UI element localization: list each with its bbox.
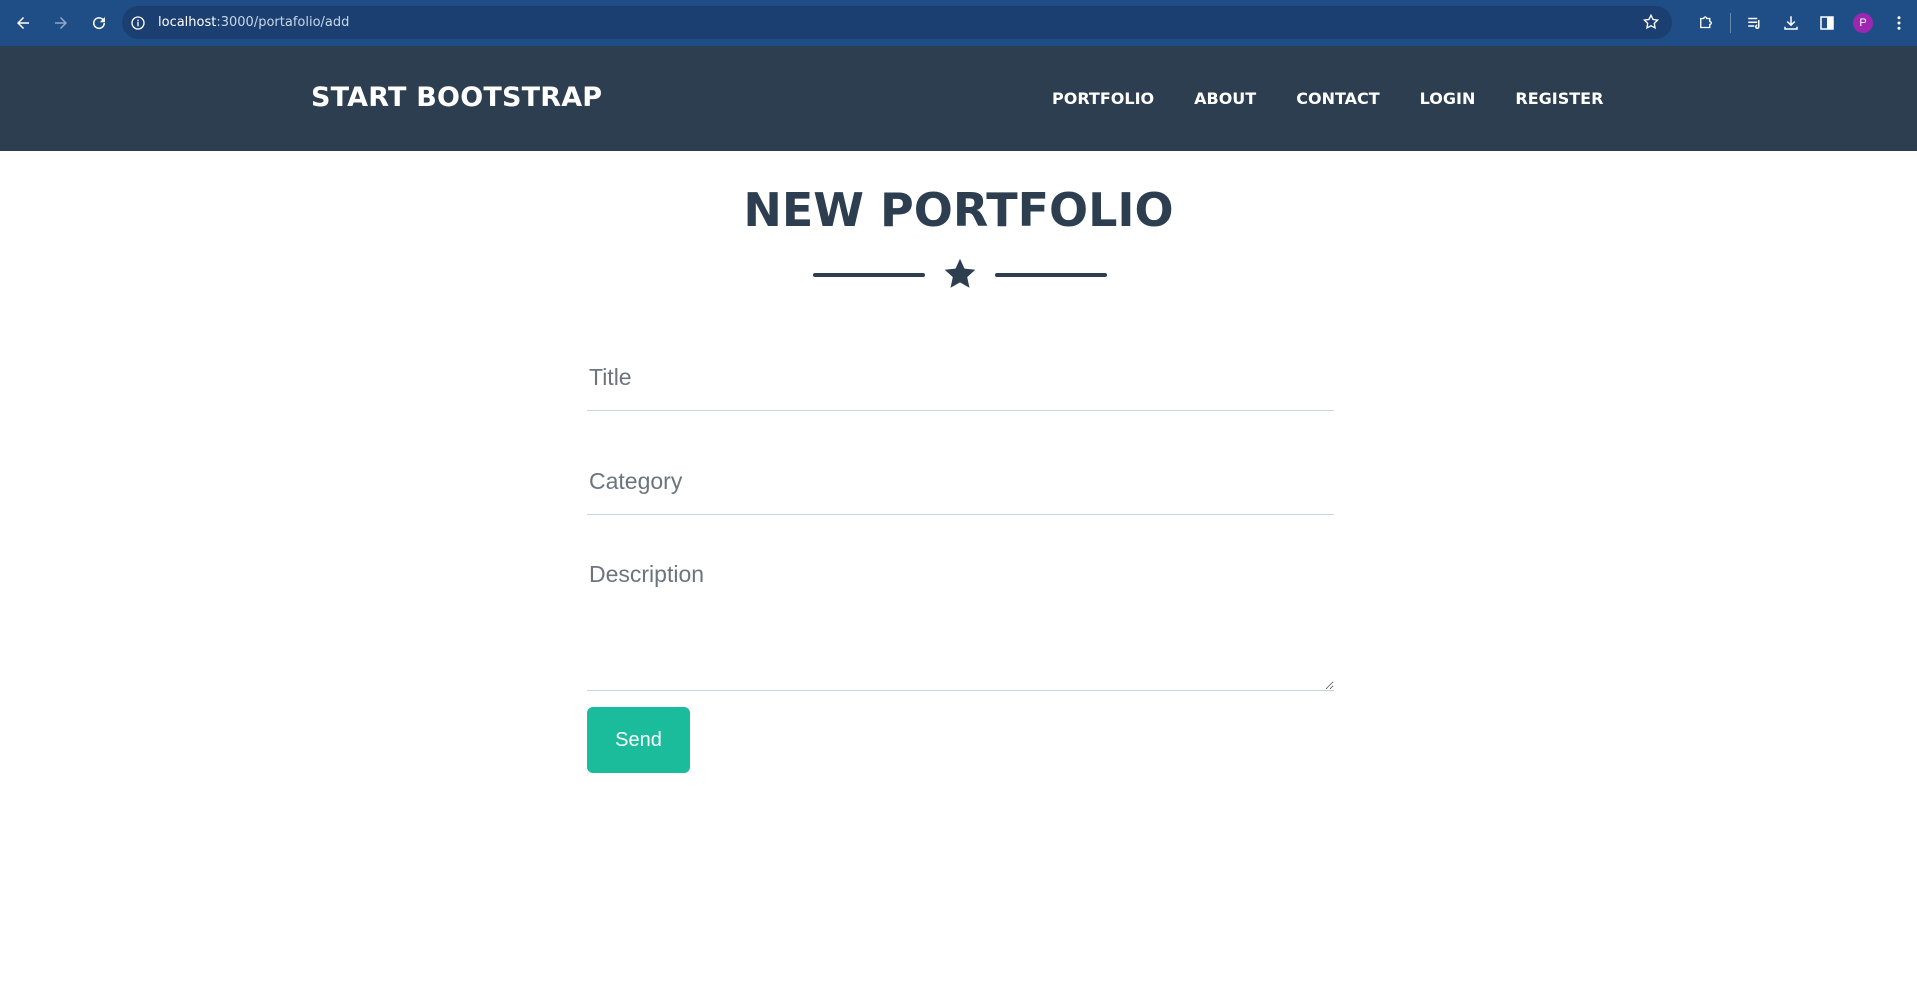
url-host: localhost — [158, 15, 217, 30]
site-navbar: START BOOTSTRAP PORTFOLIO ABOUT CONTACT … — [0, 46, 1917, 151]
avatar: P — [1853, 13, 1873, 33]
title-input[interactable] — [587, 344, 1334, 411]
url-text[interactable]: localhost:3000/portafolio/add — [158, 15, 349, 30]
side-panel-icon — [1820, 16, 1834, 30]
profile-button[interactable]: P — [1845, 5, 1881, 41]
divider-line-right — [995, 273, 1107, 277]
nav-link-portfolio[interactable]: PORTFOLIO — [1052, 89, 1154, 108]
nav-link-contact[interactable]: CONTACT — [1296, 89, 1379, 108]
back-arrow-icon — [17, 17, 29, 29]
nav-link-register[interactable]: REGISTER — [1515, 89, 1603, 108]
side-panel-button[interactable] — [1809, 5, 1845, 41]
star-icon — [944, 258, 976, 288]
reading-list-icon — [1748, 17, 1760, 29]
info-icon[interactable] — [130, 15, 146, 31]
reload-icon — [93, 17, 106, 30]
reload-button[interactable] — [82, 6, 116, 40]
star-divider — [813, 256, 1107, 296]
address-bar[interactable]: localhost:3000/portafolio/add — [122, 6, 1672, 39]
toolbar-divider — [1730, 13, 1731, 33]
page-title: NEW PORTFOLIO — [743, 183, 1174, 237]
nav-links: PORTFOLIO ABOUT CONTACT LOGIN REGISTER — [1052, 89, 1643, 108]
forward-arrow-icon — [55, 17, 67, 29]
category-input[interactable] — [587, 448, 1334, 515]
extensions-icon — [1700, 16, 1712, 29]
extensions-button[interactable] — [1688, 5, 1724, 41]
nav-link-about[interactable]: ABOUT — [1194, 89, 1256, 108]
bookmark-star-icon[interactable] — [1642, 13, 1660, 31]
downloads-button[interactable] — [1773, 5, 1809, 41]
download-icon — [1784, 16, 1798, 30]
more-menu-icon — [1897, 16, 1901, 30]
nav-link-login[interactable]: LOGIN — [1420, 89, 1476, 108]
back-button[interactable] — [6, 6, 40, 40]
reading-list-button[interactable] — [1737, 5, 1773, 41]
browser-toolbar: localhost:3000/portafolio/add P — [0, 0, 1917, 46]
description-textarea[interactable] — [587, 551, 1334, 691]
more-menu-button[interactable] — [1881, 5, 1917, 41]
divider-line-left — [813, 273, 925, 277]
url-path: :3000/portafolio/add — [216, 15, 350, 30]
brand-link[interactable]: START BOOTSTRAP — [311, 82, 602, 113]
forward-button[interactable] — [44, 6, 78, 40]
browser-actions: P — [1688, 0, 1917, 46]
send-button[interactable]: Send — [587, 707, 690, 773]
